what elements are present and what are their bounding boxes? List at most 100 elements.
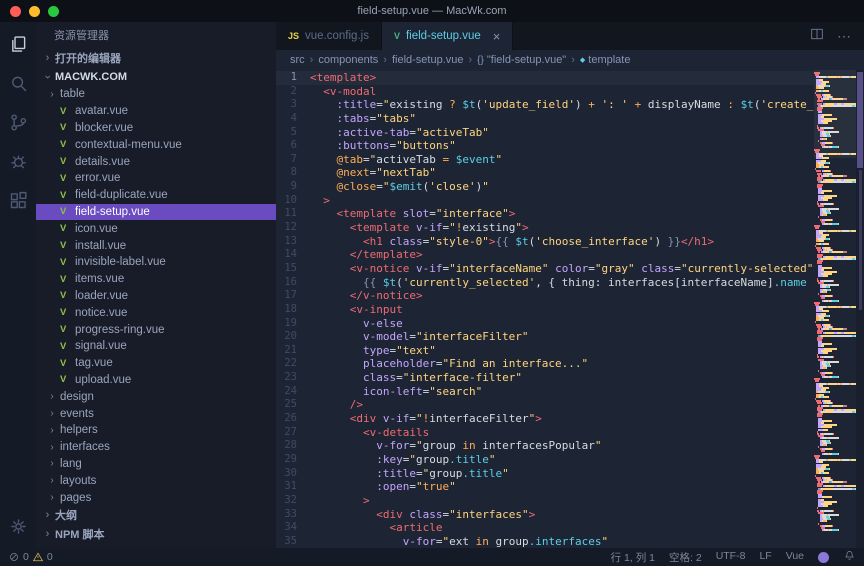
tree-item-field-setup-vue[interactable]: V field-setup.vue (36, 204, 276, 221)
extensions-icon[interactable] (6, 188, 30, 212)
tree-item-helpers[interactable]: › helpers (36, 422, 276, 439)
code-line[interactable]: 29 :key="group.title" (276, 453, 814, 467)
tree-item-events[interactable]: › events (36, 405, 276, 422)
outline-section[interactable]: › 大纲 (36, 506, 276, 525)
code-line[interactable]: 7 @tab="activeTab = $event" (276, 153, 814, 167)
zoom-window-button[interactable] (48, 6, 59, 17)
tab-vue-config-js[interactable]: JS vue.config.js (276, 22, 382, 50)
close-icon[interactable]: × (493, 30, 501, 43)
breadcrumb-item[interactable]: src (290, 54, 305, 66)
scrollbar-thumb[interactable] (857, 72, 863, 168)
code-line[interactable]: 34 <article (276, 521, 814, 535)
tree-item-items-vue[interactable]: V items.vue (36, 271, 276, 288)
code-line[interactable]: 8 @next="nextTab" (276, 166, 814, 180)
status-item[interactable]: Vue (786, 550, 804, 565)
code-line[interactable]: 3 :title="existing ? $t('update_field') … (276, 98, 814, 112)
close-window-button[interactable] (10, 6, 21, 17)
source-control-icon[interactable] (6, 110, 30, 134)
code-line[interactable]: 13 <h1 class="style-0">{{ $t('choose_int… (276, 235, 814, 249)
code-area[interactable]: 1<template>2 <v-modal3 :title="existing … (276, 70, 814, 548)
bell-icon[interactable] (843, 549, 856, 565)
tree-item-field-duplicate-vue[interactable]: V field-duplicate.vue (36, 187, 276, 204)
code-line[interactable]: 26 <div v-if="!interfaceFilter"> (276, 412, 814, 426)
code-line[interactable]: 23 class="interface-filter" (276, 371, 814, 385)
tree-item-avatar-vue[interactable]: V avatar.vue (36, 103, 276, 120)
status-item[interactable]: 行 1, 列 1 (611, 550, 655, 565)
status-item[interactable]: LF (759, 550, 771, 565)
code-line[interactable]: 33 <div class="interfaces"> (276, 508, 814, 522)
tree-item-design[interactable]: › design (36, 388, 276, 405)
code-line[interactable]: 16 {{ $t('currently_selected', { thing: … (276, 276, 814, 290)
minimize-window-button[interactable] (29, 6, 40, 17)
code-line[interactable]: 2 <v-modal (276, 85, 814, 99)
code-line[interactable]: 22 placeholder="Find an interface..." (276, 357, 814, 371)
code-line[interactable]: 5 :active-tab="activeTab" (276, 126, 814, 140)
split-editor-icon[interactable] (809, 26, 825, 47)
code-line[interactable]: 32 > (276, 494, 814, 508)
code-line[interactable]: 17 </v-notice> (276, 289, 814, 303)
workspace-root-section[interactable]: › MACWK.COM (36, 67, 276, 86)
code-line[interactable]: 20 v-model="interfaceFilter" (276, 330, 814, 344)
status-item[interactable]: 空格: 2 (669, 550, 702, 565)
tree-item-icon-vue[interactable]: V icon.vue (36, 220, 276, 237)
tree-item-upload-vue[interactable]: V upload.vue (36, 372, 276, 389)
code-line[interactable]: 19 v-else (276, 317, 814, 331)
code-line[interactable]: 31 :open="true" (276, 480, 814, 494)
line-number: 6 (276, 139, 310, 153)
tree-item-interfaces[interactable]: › interfaces (36, 439, 276, 456)
scrollbar[interactable] (856, 70, 864, 548)
tree-item-table[interactable]: › table (36, 86, 276, 103)
minimap[interactable] (814, 70, 856, 548)
tree-item-blocker-vue[interactable]: V blocker.vue (36, 120, 276, 137)
breadcrumb-item[interactable]: field-setup.vue (392, 54, 464, 66)
code-line[interactable]: 4 :tabs="tabs" (276, 112, 814, 126)
tree-item-contextual-menu-vue[interactable]: V contextual-menu.vue (36, 136, 276, 153)
code-line[interactable]: 12 <template v-if="!existing"> (276, 221, 814, 235)
search-icon[interactable] (6, 71, 30, 95)
status-items: 行 1, 列 1 空格: 2 UTF-8 LF Vue (611, 550, 804, 565)
problems-indicator[interactable]: 0 0 (8, 551, 53, 563)
tree-item-pages[interactable]: › pages (36, 489, 276, 506)
code-line[interactable]: 1<template> (276, 71, 814, 85)
tree-item-signal-vue[interactable]: V signal.vue (36, 338, 276, 355)
breadcrumb-item[interactable]: components (318, 54, 378, 66)
code-line[interactable]: 35 v-for="ext in group.interfaces" (276, 535, 814, 548)
npm-scripts-section[interactable]: › NPM 脚本 (36, 525, 276, 544)
breadcrumb-item[interactable]: ◆template (580, 54, 631, 66)
code-line[interactable]: 14 </template> (276, 248, 814, 262)
tab-field-setup-vue[interactable]: V field-setup.vue × (382, 22, 513, 50)
tree-item-error-vue[interactable]: V error.vue (36, 170, 276, 187)
more-actions-icon[interactable]: ⋯ (837, 28, 852, 45)
tree-item-details-vue[interactable]: V details.vue (36, 153, 276, 170)
code-line[interactable]: 24 icon-left="search" (276, 385, 814, 399)
code-line[interactable]: 9 @close="$emit('close')" (276, 180, 814, 194)
code-line[interactable]: 11 <template slot="interface"> (276, 207, 814, 221)
code-line[interactable]: 21 type="text" (276, 344, 814, 358)
code-line[interactable]: 28 v-for="group in interfacesPopular" (276, 439, 814, 453)
debug-icon[interactable] (6, 149, 30, 173)
tree-item-layouts[interactable]: › layouts (36, 472, 276, 489)
code-line[interactable]: 18 <v-input (276, 303, 814, 317)
code-line[interactable]: 30 :title="group.title" (276, 467, 814, 481)
feedback-icon[interactable] (818, 552, 829, 563)
code-line[interactable]: 6 :buttons="buttons" (276, 139, 814, 153)
tree-item-install-vue[interactable]: V install.vue (36, 237, 276, 254)
code-line[interactable]: 15 <v-notice v-if="interfaceName" color=… (276, 262, 814, 276)
code-line[interactable]: 25 /> (276, 398, 814, 412)
tree-item-invisible-label-vue[interactable]: V invisible-label.vue (36, 254, 276, 271)
code-line[interactable]: 10 > (276, 194, 814, 208)
status-item[interactable]: UTF-8 (716, 550, 746, 565)
code-editor[interactable]: 1<template>2 <v-modal3 :title="existing … (276, 70, 864, 548)
tree-item-loader-vue[interactable]: V loader.vue (36, 288, 276, 305)
chevron-right-icon: › (44, 408, 60, 419)
minimap-viewport[interactable] (814, 70, 856, 158)
explorer-icon[interactable] (6, 32, 30, 56)
tree-item-notice-vue[interactable]: V notice.vue (36, 304, 276, 321)
tree-item-lang[interactable]: › lang (36, 456, 276, 473)
tree-item-progress-ring-vue[interactable]: V progress-ring.vue (36, 321, 276, 338)
code-line[interactable]: 27 <v-details (276, 426, 814, 440)
open-editors-section[interactable]: › 打开的编辑器 (36, 48, 276, 67)
settings-gear-icon[interactable] (6, 514, 30, 538)
breadcrumb-item[interactable]: {}"field-setup.vue" (477, 54, 566, 66)
tree-item-tag-vue[interactable]: V tag.vue (36, 355, 276, 372)
